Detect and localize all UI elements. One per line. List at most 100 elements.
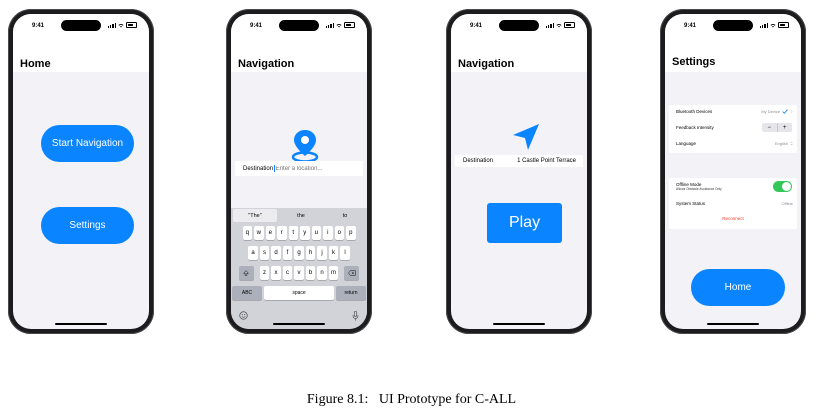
destination-row: Destination 1 Castle Point Terrace: [455, 155, 583, 167]
key[interactable]: o: [334, 226, 344, 240]
key[interactable]: c: [282, 266, 293, 280]
system-status-value: Offline: [781, 201, 794, 206]
battery-icon: [126, 22, 137, 28]
signal-icon: [545, 22, 554, 28]
feedback-stepper: − +: [762, 123, 792, 132]
text-cursor: [274, 165, 275, 172]
settings-screen: 9:41 Settings Bluetooth Devices My Devic…: [665, 14, 801, 329]
key[interactable]: p: [346, 226, 356, 240]
abc-key[interactable]: ABC: [232, 286, 262, 300]
signal-icon: [107, 22, 116, 28]
shift-key[interactable]: [238, 266, 254, 280]
key[interactable]: h: [305, 246, 316, 260]
bluetooth-label: Bluetooth Devices: [676, 109, 713, 114]
key[interactable]: q: [242, 226, 252, 240]
signal-icon: [759, 22, 768, 28]
key[interactable]: e: [265, 226, 275, 240]
system-status-label: System Status: [676, 201, 706, 206]
dynamic-island: [61, 20, 101, 31]
delete-icon: [348, 270, 356, 276]
chevron-right-icon: [790, 109, 793, 114]
phone-navigation-play: 9:41 Navigation Destination 1 Castle Poi…: [446, 9, 592, 334]
wifi-icon: [556, 23, 562, 27]
offline-mode-toggle[interactable]: [773, 181, 792, 192]
bluetooth-row[interactable]: Bluetooth Devices My Device: [669, 105, 797, 118]
key-row-1: q w e r t y u i o p: [231, 226, 367, 240]
reconnect-button[interactable]: Reconnect: [722, 216, 744, 221]
navigation-input-screen: 9:41 Navigation Destination "The" the to: [231, 14, 367, 329]
page-title: Navigation: [238, 58, 295, 70]
key[interactable]: d: [271, 246, 281, 260]
settings-button[interactable]: Settings: [41, 207, 134, 244]
home-indicator[interactable]: [55, 322, 107, 325]
chevron-updown-icon: [790, 141, 793, 146]
key[interactable]: l: [340, 246, 350, 260]
language-value: English: [774, 141, 788, 146]
location-pin-icon: [291, 130, 319, 162]
key[interactable]: v: [294, 266, 304, 280]
status-bar: 9:41: [665, 14, 801, 36]
checkmark-icon: [782, 109, 788, 114]
key[interactable]: b: [305, 266, 316, 280]
system-status-row: System Status Offline: [669, 197, 797, 210]
settings-label: Settings: [69, 220, 106, 231]
key[interactable]: i: [323, 226, 333, 240]
return-key[interactable]: return: [336, 286, 366, 300]
key[interactable]: t: [288, 226, 298, 240]
home-indicator[interactable]: [707, 322, 759, 325]
key[interactable]: r: [277, 226, 287, 240]
key[interactable]: m: [328, 266, 339, 280]
key[interactable]: a: [248, 246, 258, 260]
space-key[interactable]: space: [264, 286, 334, 300]
suggestion-item[interactable]: to: [323, 208, 367, 223]
microphone-icon[interactable]: [352, 311, 359, 321]
figure-caption: Figure 8.1: UI Prototype for C-ALL: [306, 392, 517, 407]
suggestion-item[interactable]: the: [279, 208, 323, 223]
keyboard: "The" the to q w e r t y u i o p a s d f: [231, 208, 367, 329]
key[interactable]: x: [271, 266, 281, 280]
signal-icon: [325, 22, 334, 28]
key[interactable]: g: [294, 246, 304, 260]
home-button[interactable]: Home: [691, 269, 785, 306]
battery-icon: [344, 22, 355, 28]
key[interactable]: j: [317, 246, 327, 260]
decrease-button[interactable]: −: [762, 123, 778, 132]
key[interactable]: u: [311, 226, 321, 240]
home-indicator[interactable]: [273, 322, 325, 325]
navigation-play-screen: 9:41 Navigation Destination 1 Castle Poi…: [451, 14, 587, 329]
status-bar: 9:41: [13, 14, 149, 36]
phone-navigation-input: 9:41 Navigation Destination "The" the to: [226, 9, 372, 334]
language-label: Language: [676, 141, 697, 146]
key-row-2: a s d f g h j k l: [231, 246, 367, 260]
battery-icon: [564, 22, 575, 28]
key[interactable]: s: [259, 246, 270, 260]
destination-input[interactable]: [275, 165, 356, 172]
wifi-icon: [118, 23, 124, 27]
status-bar: 9:41: [451, 14, 587, 36]
toggle-knob: [782, 182, 791, 191]
dynamic-island: [713, 20, 753, 31]
language-row[interactable]: Language English: [669, 137, 797, 150]
suggestion-item[interactable]: "The": [233, 209, 277, 222]
key[interactable]: w: [254, 226, 264, 240]
battery-icon: [778, 22, 789, 28]
emoji-icon[interactable]: [239, 311, 248, 320]
feedback-intensity-row: Feedback Intensity − +: [669, 121, 797, 134]
page-title: Navigation: [458, 58, 515, 70]
key[interactable]: n: [317, 266, 327, 280]
home-indicator[interactable]: [493, 322, 545, 325]
feedback-label: Feedback Intensity: [676, 125, 714, 130]
start-navigation-button[interactable]: Start Navigation: [41, 125, 134, 162]
phone-settings: 9:41 Settings Bluetooth Devices My Devic…: [660, 9, 806, 334]
key[interactable]: k: [328, 246, 339, 260]
play-button[interactable]: Play: [487, 203, 562, 243]
increase-button[interactable]: +: [778, 123, 793, 132]
key[interactable]: f: [282, 246, 293, 260]
delete-key[interactable]: [344, 266, 360, 280]
status-time: 9:41: [470, 23, 483, 29]
key[interactable]: z: [259, 266, 270, 280]
navigation-arrow-icon: [513, 124, 539, 150]
key[interactable]: y: [300, 226, 310, 240]
destination-label: Destination: [463, 158, 494, 164]
phone-home: 9:41 Home Start Navigation Settings: [8, 9, 154, 334]
